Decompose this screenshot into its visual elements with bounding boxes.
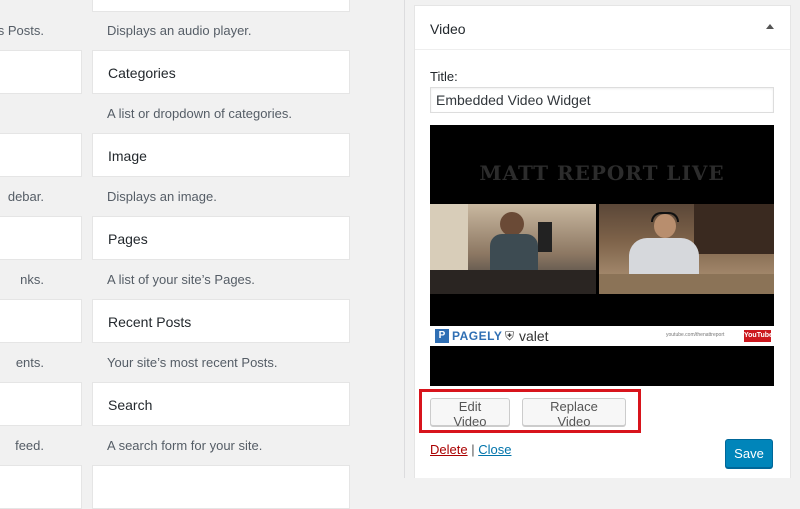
column-divider (404, 0, 405, 478)
pagely-logo-icon: P (435, 329, 449, 343)
sponsor-valet: valet (519, 328, 549, 344)
video-sponsor-strip: P PAGELY ⛨ valet youtube.com/thenattrepo… (430, 326, 774, 346)
widget-description: Displays an image. (107, 189, 217, 204)
collapse-arrow-icon[interactable] (766, 24, 774, 29)
widget-item[interactable] (0, 299, 82, 343)
widget-item[interactable] (0, 133, 82, 177)
widget-item-categories[interactable]: Categories (92, 50, 350, 94)
widget-column-left: s Posts. debar. nks. ents. feed. (0, 0, 82, 509)
widget-item[interactable] (0, 465, 82, 509)
widget-actions: Delete | Close (430, 442, 511, 457)
youtube-logo-icon: YouTube (744, 330, 773, 342)
widget-description: A search form for your site. (107, 438, 263, 453)
widget-title: Image (108, 148, 147, 164)
widget-description: s Posts. (0, 23, 44, 38)
video-widget-header[interactable]: Video (415, 6, 790, 50)
widget-item[interactable] (92, 465, 350, 509)
title-input[interactable] (430, 87, 774, 113)
video-banner-text: MATT REPORT LIVE (479, 161, 725, 185)
widget-description: A list of your site’s Pages. (107, 272, 255, 287)
widget-title: Pages (108, 231, 148, 247)
widget-item-audio[interactable] (92, 0, 350, 12)
widget-item-pages[interactable]: Pages (92, 216, 350, 260)
widget-description: nks. (20, 272, 44, 287)
widget-item-search[interactable]: Search (92, 382, 350, 426)
widget-title: Search (108, 397, 153, 413)
widget-description: debar. (7, 189, 44, 204)
widget-description: feed. (15, 438, 44, 453)
panel-title: Video (430, 21, 466, 37)
widget-description: Your site’s most recent Posts. (107, 355, 278, 370)
widget-description: Displays an audio player. (107, 23, 252, 38)
highlight-annotation-box (419, 389, 641, 433)
save-button[interactable]: Save (725, 439, 773, 468)
widget-description: A list or dropdown of categories. (107, 106, 292, 121)
delete-link[interactable]: Delete (430, 442, 468, 457)
available-widgets-list: Displays an audio player. Categories A l… (92, 0, 350, 509)
widget-item-image[interactable]: Image (92, 133, 350, 177)
video-preview[interactable]: MATT REPORT LIVE P PAGELY ⛨ valet youtub… (430, 125, 774, 386)
close-link[interactable]: Close (478, 442, 511, 457)
widget-item[interactable] (0, 50, 82, 94)
valet-shield-icon: ⛨ (505, 329, 515, 343)
widget-title: Categories (108, 65, 176, 81)
title-field-label: Title: (430, 69, 458, 84)
widget-item[interactable] (0, 382, 82, 426)
video-scene-right (599, 204, 774, 294)
widget-item-recent-posts[interactable]: Recent Posts (92, 299, 350, 343)
widget-description: ents. (15, 355, 44, 370)
video-url-text: youtube.com/thenattreport (666, 332, 725, 338)
link-separator: | (471, 442, 475, 457)
video-scene-left (430, 204, 596, 294)
sponsor-pagely: PAGELY (452, 329, 503, 343)
widget-item[interactable] (0, 216, 82, 260)
widget-title: Recent Posts (108, 314, 192, 330)
